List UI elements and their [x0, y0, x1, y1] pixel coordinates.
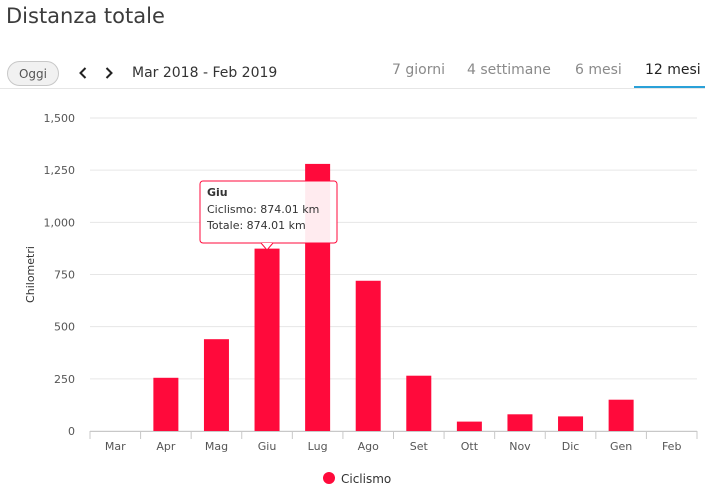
bar-apr[interactable] — [153, 377, 179, 431]
y-axis-label: Chilometri — [24, 246, 37, 303]
x-tick-label: Apr — [156, 440, 176, 453]
x-tick-label: Dic — [562, 440, 580, 453]
bar-ott[interactable] — [456, 421, 482, 431]
x-tick-label: Mar — [105, 440, 126, 453]
tooltip-line: Ciclismo: 874.01 km — [207, 203, 319, 216]
x-tick-label: Lug — [308, 440, 328, 453]
tooltip-line: Totale: 874.01 km — [206, 219, 306, 232]
y-tick-label: 750 — [54, 269, 75, 282]
x-tick-label: Feb — [662, 440, 681, 453]
legend-marker — [323, 472, 335, 484]
y-tick-label: 500 — [54, 321, 75, 334]
x-tick-label: Giu — [258, 440, 277, 453]
y-tick-label: 250 — [54, 373, 75, 386]
bar-giu[interactable] — [254, 248, 280, 431]
bar-mag[interactable] — [203, 339, 229, 431]
bar-gen[interactable] — [608, 399, 634, 431]
bar-chart: 0 250 500 750 1,000 1,250 1,500 Chilometri Mar Ap… — [24, 112, 698, 486]
x-tick-label: Mag — [205, 440, 228, 453]
y-tick-label: 1,500 — [44, 112, 76, 125]
bar-dic[interactable] — [558, 416, 584, 431]
x-tick-label: Ott — [461, 440, 479, 453]
bar-set[interactable] — [406, 375, 432, 431]
x-tick-label: Ago — [358, 440, 380, 453]
x-tick-label: Nov — [509, 440, 531, 453]
y-tick-label: 1,250 — [44, 164, 76, 177]
y-tick-label: 0 — [68, 425, 75, 438]
tooltip-title: Giu — [207, 186, 228, 199]
x-tick-label: Gen — [610, 440, 632, 453]
bar-ago[interactable] — [355, 280, 381, 431]
legend-label: Ciclismo — [341, 472, 391, 486]
x-tick-label: Set — [410, 440, 429, 453]
bar-nov[interactable] — [507, 414, 533, 431]
y-tick-label: 1,000 — [44, 216, 76, 229]
